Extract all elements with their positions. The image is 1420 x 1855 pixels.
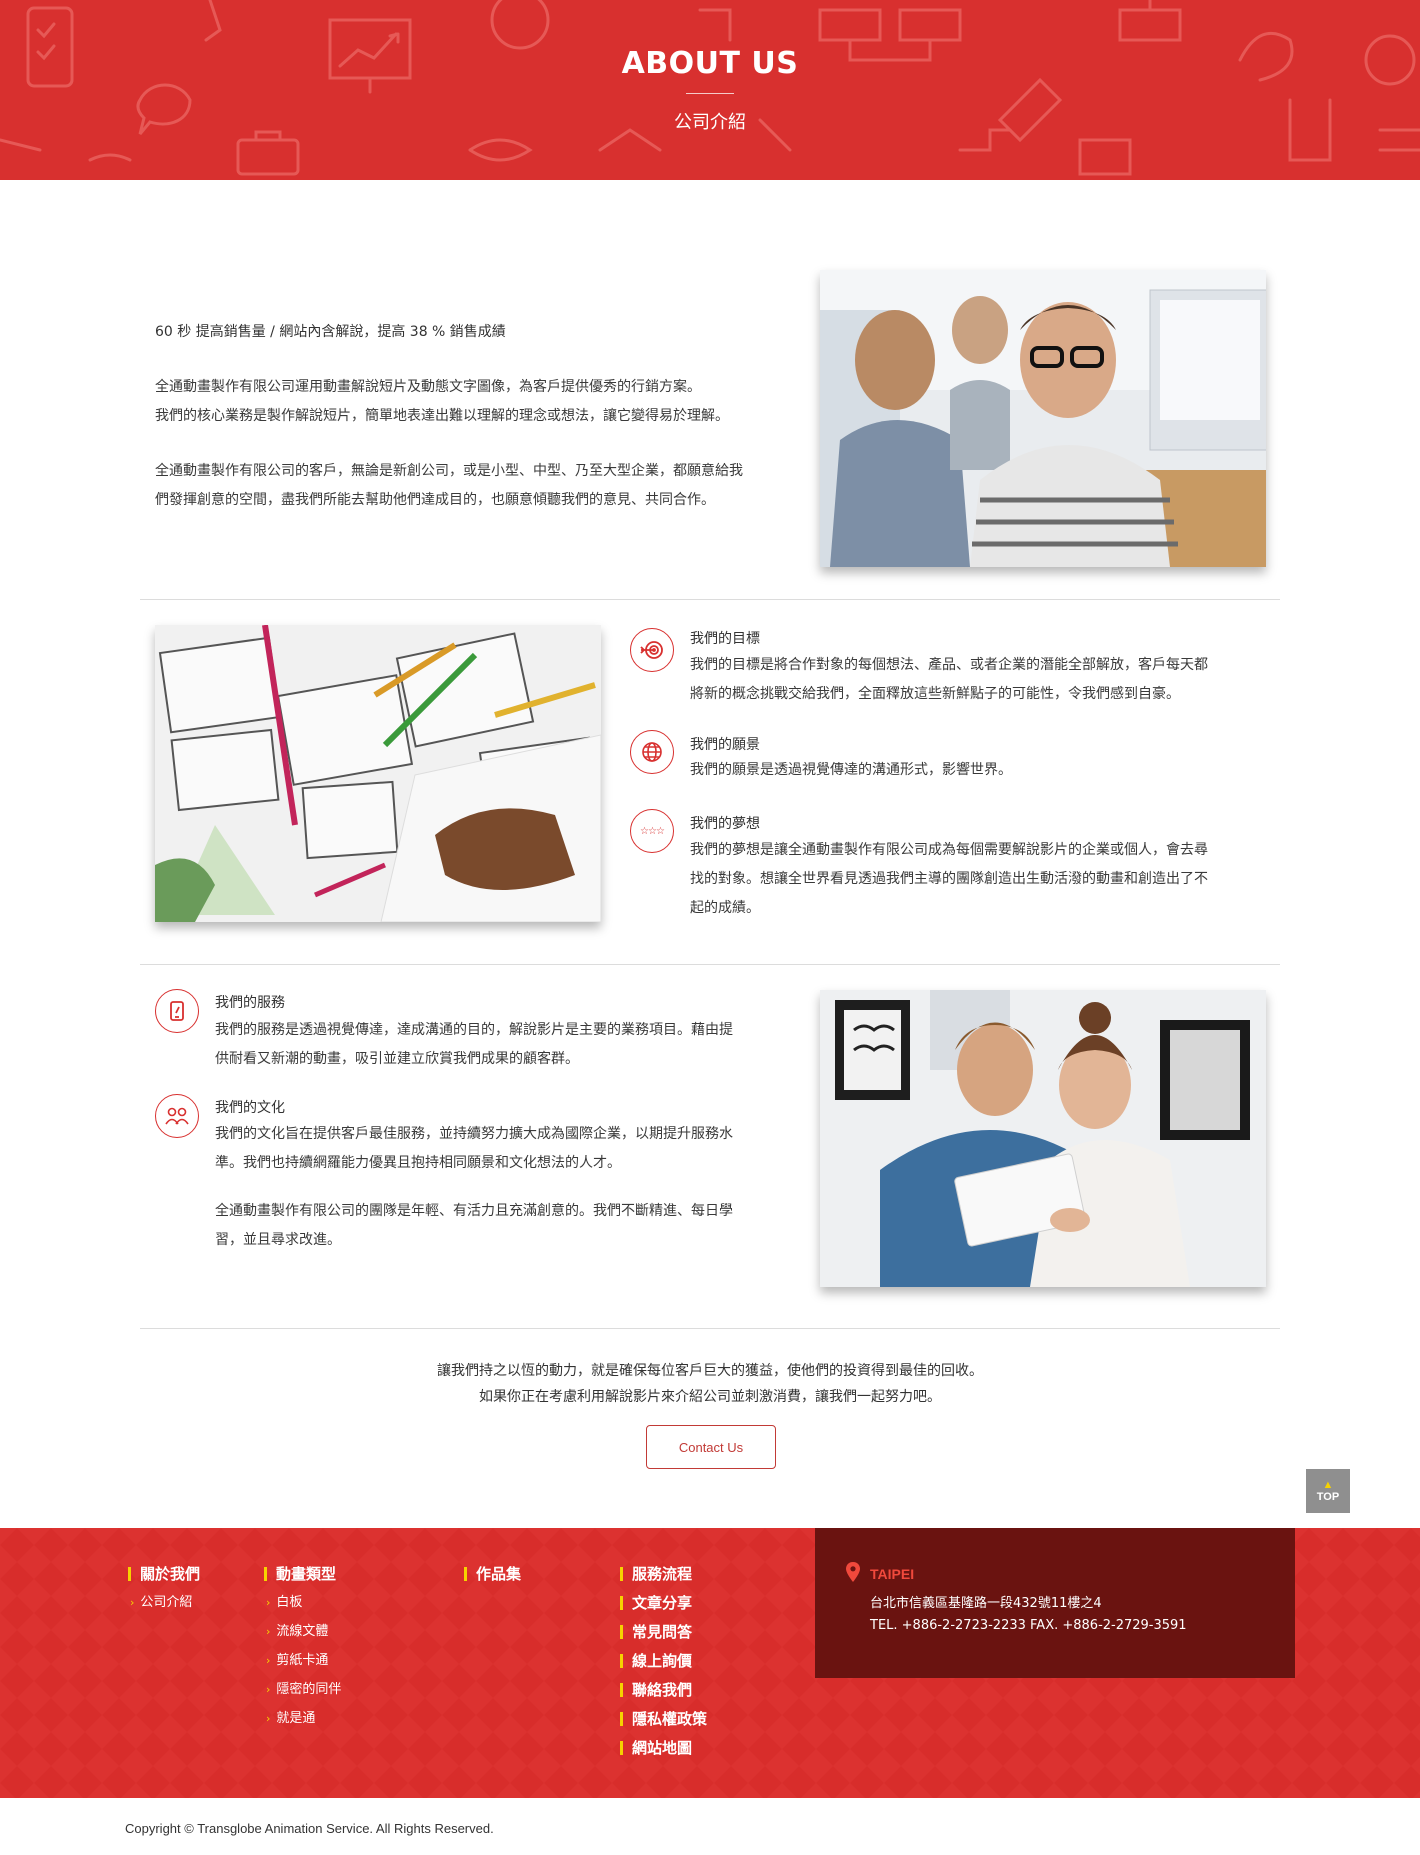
footer-link-about-us[interactable]: 關於我們 [128, 1564, 200, 1584]
globe-icon [630, 730, 674, 774]
footer-link-motion-typography[interactable]: › 流線文體 [264, 1622, 341, 1642]
dream-title: 我們的夢想 [690, 816, 760, 832]
section-divider [140, 1328, 1280, 1329]
footer-link-paper-cut-cartoon[interactable]: › 剪紙卡通 [264, 1651, 341, 1671]
footer-link-sitemap[interactable]: 網站地圖 [620, 1738, 707, 1758]
culture-body-line-1: 我們的文化旨在提供客戶最佳服務，並持續努力擴大成為國際企業，以期提升服務水 [215, 1126, 733, 1142]
footer-column-about: 關於我們 › 公司介紹 [128, 1564, 200, 1622]
tablet-icon [155, 989, 199, 1033]
team-icon [155, 1094, 199, 1138]
footer-column-services: 服務流程 文章分享 常見問答 線上詢價 聯絡我們 隱私權政策 網站地圖 [620, 1564, 707, 1767]
arrow-up-icon: ▲ [1322, 1478, 1334, 1491]
intro-paragraph-2-line-2: 們發揮創意的空間，盡我們所能去幫助他們達成目的，也願意傾聽我們的意見、共同合作。 [155, 492, 715, 508]
chevron-right-icon: › [266, 1712, 271, 1725]
closing-line-2: 如果你正在考慮利用解說影片來介紹公司並刺激消費，讓我們一起努力吧。 [479, 1389, 941, 1405]
culture-extra-line-2: 習，並且尋求改進。 [215, 1232, 341, 1248]
dream-body-line-1: 我們的夢想是讓全通動畫製作有限公司成為每個需要解說影片的企業或個人，會去尋 [690, 842, 1208, 858]
service-body-line-1: 我們的服務是透過視覺傳達，達成溝通的目的，解說影片是主要的業務項目。藉由提 [215, 1022, 733, 1038]
page-title: ABOUT US [621, 46, 799, 81]
vision-title: 我們的願景 [690, 737, 760, 753]
storyboard-photo [155, 625, 601, 922]
goal-body-line-2: 將新的概念挑戰交給我們，全面釋放這些新鮮點子的可能性，令我們感到自豪。 [690, 686, 1180, 702]
footer-link-hidden-partner[interactable]: › 隱密的同伴 [264, 1680, 341, 1700]
footer-link-faq[interactable]: 常見問答 [620, 1622, 707, 1642]
footer-link-whiteboard[interactable]: › 白板 [264, 1593, 341, 1613]
footer-link-animation-types[interactable]: 動畫類型 [264, 1564, 341, 1584]
target-icon [630, 628, 674, 672]
office-photo [820, 270, 1266, 567]
section-divider [140, 964, 1280, 965]
footer-link-privacy-policy[interactable]: 隱私權政策 [620, 1709, 707, 1729]
dream-body-line-2: 找的對象。想讓全世界看見透過我們主導的團隊創造出生動活潑的動畫和創造出了不 [690, 871, 1208, 887]
footer-link-just-tong[interactable]: › 就是通 [264, 1709, 341, 1729]
culture-extra-line-1: 全通動畫製作有限公司的團隊是年輕、有活力且充滿創意的。我們不斷精進、每日學 [215, 1203, 733, 1219]
chevron-right-icon: › [266, 1654, 271, 1667]
back-to-top-label: TOP [1316, 1490, 1340, 1503]
stars-icon: ☆☆☆ [630, 809, 674, 853]
footer-link-articles[interactable]: 文章分享 [620, 1593, 707, 1613]
chevron-right-icon: › [130, 1596, 135, 1609]
culture-body-line-2: 準。我們也持續網羅能力優異且抱持相同願景和文化想法的人才。 [215, 1155, 621, 1171]
intro-paragraph-2-line-1: 全通動畫製作有限公司的客戶，無論是新創公司，或是小型、中型、乃至大型企業，都願意… [155, 463, 743, 479]
service-body-line-2: 供耐看又新潮的動畫，吸引並建立欣賞我們成果的顧客群。 [215, 1051, 579, 1067]
footer-column-animation-types: 動畫類型 › 白板 › 流線文體 › 剪紙卡通 › 隱密的同伴 › 就是通 [264, 1564, 341, 1738]
service-title: 我們的服務 [215, 995, 285, 1011]
footer-link-company-intro[interactable]: › 公司介紹 [128, 1593, 200, 1613]
closing-line-1: 讓我們持之以恆的動力，就是確保每位客戶巨大的獲益，使他們的投資得到最佳的回收。 [437, 1363, 983, 1379]
office-city: TAIPEI [870, 1566, 915, 1582]
footer-link-portfolio[interactable]: 作品集 [464, 1564, 521, 1584]
section-divider [140, 599, 1280, 600]
team-photo [820, 990, 1266, 1287]
intro-paragraph-1-line-1: 全通動畫製作有限公司運用動畫解說短片及動態文字圖像，為客戶提供優秀的行銷方案。 [155, 379, 701, 395]
footer-link-online-quote[interactable]: 線上詢價 [620, 1651, 707, 1671]
page-hero: ABOUT US 公司介紹 [0, 0, 1420, 180]
culture-title: 我們的文化 [215, 1100, 285, 1116]
copyright-text: Copyright © Transglobe Animation Service… [125, 1821, 494, 1836]
goal-title: 我們的目標 [690, 631, 760, 647]
footer-link-service-process[interactable]: 服務流程 [620, 1564, 707, 1584]
goal-body-line-1: 我們的目標是將合作對象的每個想法、產品、或者企業的潛能全部解放，客戶每天都 [690, 657, 1208, 673]
office-phone-fax: TEL. +886-2-2723-2233 FAX. +886-2-2729-3… [870, 1618, 1187, 1633]
intro-paragraph-1-line-2: 我們的核心業務是製作解說短片，簡單地表達出難以理解的理念或想法，讓它變得易於理解… [155, 408, 729, 424]
title-divider [686, 93, 734, 94]
chevron-right-icon: › [266, 1625, 271, 1638]
vision-body-line-1: 我們的願景是透過視覺傳達的溝通形式，影響世界。 [690, 762, 1012, 778]
site-footer: 關於我們 › 公司介紹 動畫類型 › 白板 › 流線文體 › 剪紙卡通 › 隱密的同伴 ›… [0, 1528, 1420, 1798]
contact-us-button[interactable]: Contact Us [646, 1425, 776, 1469]
footer-column-portfolio: 作品集 [464, 1564, 521, 1593]
intro-tagline: 60 秒 提高銷售量 / 網站內含解說，提高 38 % 銷售成績 [155, 324, 506, 340]
dream-body-line-3: 起的成績。 [690, 900, 760, 916]
chevron-right-icon: › [266, 1596, 271, 1609]
doodle-background-pattern [0, 0, 1420, 176]
office-address: 台北市信義區基隆路一段432號11樓之4 [870, 1596, 1102, 1611]
back-to-top-button[interactable]: ▲ TOP [1306, 1469, 1350, 1513]
page-subtitle: 公司介紹 [674, 112, 746, 133]
footer-link-contact[interactable]: 聯絡我們 [620, 1680, 707, 1700]
location-pin-icon [846, 1562, 860, 1582]
chevron-right-icon: › [266, 1683, 271, 1696]
